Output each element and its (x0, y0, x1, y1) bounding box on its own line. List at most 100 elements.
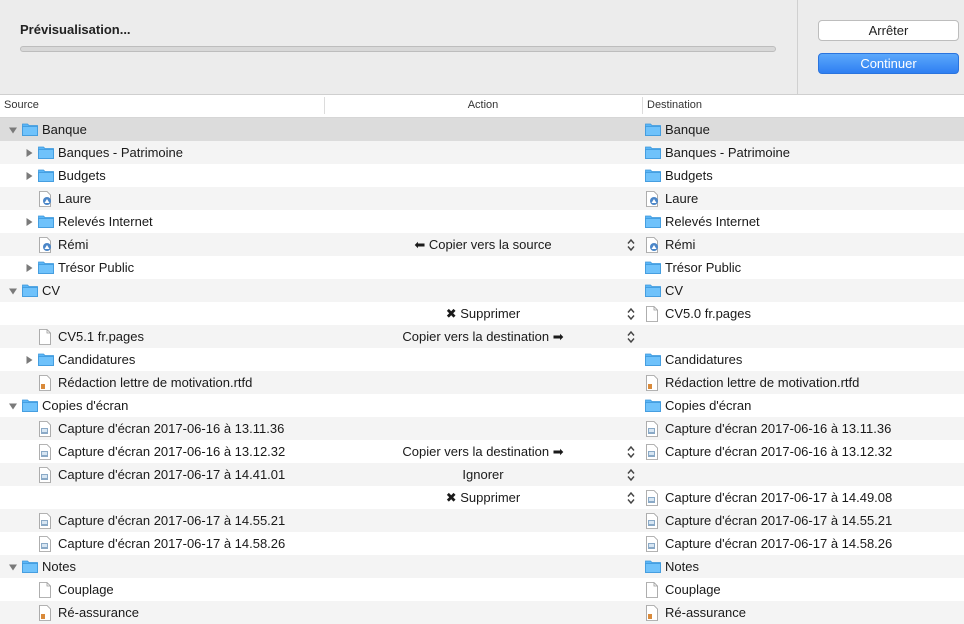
list-row[interactable]: CV5.1 fr.pages Copier vers la destination… (0, 325, 964, 348)
list-row[interactable]: Ré-assurance Ré-assurance (0, 601, 964, 624)
disclosure-expanded-icon[interactable] (8, 401, 18, 411)
column-divider[interactable] (642, 97, 643, 114)
list-row[interactable]: Rémi ⬅ Copier vers la source Rémi (0, 233, 964, 256)
list-row[interactable]: Capture d'écran 2017-06-17 à 14.58.26 Cap… (0, 532, 964, 555)
list-row[interactable]: Laure Laure (0, 187, 964, 210)
continue-button[interactable]: Continuer (818, 53, 959, 74)
folder-icon (22, 398, 38, 414)
action-cell[interactable]: Ignorer (325, 463, 641, 486)
source-cell: Budgets (24, 164, 106, 187)
list-row[interactable]: Copies d'écran Copies d'écran (0, 394, 964, 417)
disclosure-collapsed-icon[interactable] (24, 263, 34, 273)
folder-icon (22, 122, 38, 138)
action-cell[interactable]: ✖ Supprimer (325, 486, 641, 509)
folder-icon (38, 260, 54, 276)
file-icon (38, 581, 54, 598)
action-popup-arrows-icon[interactable] (626, 330, 636, 344)
destination-name: Notes (665, 559, 699, 574)
column-action[interactable]: Action (325, 99, 641, 111)
destination-name: Budgets (665, 168, 713, 183)
action-popup-arrows-icon[interactable] (626, 445, 636, 459)
action-cell[interactable]: ✖ Supprimer (325, 302, 641, 325)
destination-name: Rédaction lettre de motivation.rtfd (665, 375, 860, 390)
destination-name: Laure (665, 191, 699, 206)
source-name: Budgets (58, 168, 106, 183)
source-cell: Notes (8, 555, 76, 578)
destination-cell: Relevés Internet (645, 210, 760, 233)
folder-icon (645, 398, 661, 414)
source-name: Capture d'écran 2017-06-16 à 13.11.36 (58, 421, 285, 436)
source-name: Banque (42, 122, 87, 137)
list-row[interactable]: Notes Notes (0, 555, 964, 578)
stop-button[interactable]: Arrêter (818, 20, 959, 41)
destination-cell: Rédaction lettre de motivation.rtfd (645, 371, 859, 394)
disclosure-expanded-icon[interactable] (8, 125, 18, 135)
image-file-icon (645, 443, 661, 460)
disclosure-expanded-icon[interactable] (8, 562, 18, 572)
list-row[interactable]: Capture d'écran 2017-06-17 à 14.55.21 Cap… (0, 509, 964, 532)
action-popup-arrows-icon[interactable] (626, 491, 636, 505)
action-cell[interactable]: ⬅ Copier vers la source (325, 233, 641, 256)
source-cell: Capture d'écran 2017-06-17 à 14.41.01 (24, 463, 285, 486)
list-row[interactable]: Banque Banque (0, 118, 964, 141)
rtfd-icon (38, 374, 54, 391)
source-cell: Copies d'écran (8, 394, 128, 417)
column-source[interactable]: Source (4, 99, 39, 111)
list-row[interactable]: Capture d'écran 2017-06-16 à 13.12.32 Cop… (0, 440, 964, 463)
list-row[interactable]: CV CV (0, 279, 964, 302)
destination-cell: Copies d'écran (645, 394, 751, 417)
list-row[interactable]: Relevés Internet Relevés Internet (0, 210, 964, 233)
destination-cell: Ré-assurance (645, 601, 746, 624)
destination-name: Capture d'écran 2017-06-16 à 13.11.36 (665, 421, 892, 436)
list-row[interactable]: ✖ Supprimer Capture d'écran 2017-06-17 à … (0, 486, 964, 509)
list-row[interactable]: Budgets Budgets (0, 164, 964, 187)
source-name: Laure (58, 191, 92, 206)
action-popup-arrows-icon[interactable] (626, 468, 636, 482)
alias-icon (38, 236, 54, 253)
column-destination[interactable]: Destination (647, 99, 702, 111)
folder-icon (645, 260, 661, 276)
source-name: Capture d'écran 2017-06-17 à 14.55.21 (58, 513, 286, 528)
destination-cell: Capture d'écran 2017-06-17 à 14.58.26 (645, 532, 892, 555)
disclosure-collapsed-icon[interactable] (24, 217, 34, 227)
action-label: ⬅ Copier vers la source (414, 237, 552, 252)
image-file-icon (645, 512, 661, 529)
destination-cell: Candidatures (645, 348, 742, 371)
destination-name: Rémi (665, 237, 696, 252)
action-popup-arrows-icon[interactable] (626, 238, 636, 252)
disclosure-collapsed-icon[interactable] (24, 148, 34, 158)
disclosure-expanded-icon[interactable] (8, 286, 18, 296)
source-cell: Candidatures (24, 348, 135, 371)
list-row[interactable]: Trésor Public Trésor Public (0, 256, 964, 279)
action-popup-arrows-icon[interactable] (626, 307, 636, 321)
source-cell: Relevés Internet (24, 210, 153, 233)
source-cell (24, 302, 38, 325)
alias-icon (645, 190, 661, 207)
list-row[interactable]: Banques - Patrimoine Banques - Patrimoine (0, 141, 964, 164)
disclosure-collapsed-icon[interactable] (24, 171, 34, 181)
source-cell: Capture d'écran 2017-06-16 à 13.11.36 (24, 417, 284, 440)
list-row[interactable]: Rédaction lettre de motivation.rtfd Rédac… (0, 371, 964, 394)
list-row[interactable]: Candidatures Candidatures (0, 348, 964, 371)
list-row[interactable]: ✖ Supprimer CV5.0 fr.pages (0, 302, 964, 325)
destination-name: Trésor Public (665, 260, 742, 275)
source-name: Notes (42, 559, 76, 574)
action-cell[interactable]: Copier vers la destination ➡ (325, 440, 641, 463)
list-row[interactable]: Capture d'écran 2017-06-16 à 13.11.36 Cap… (0, 417, 964, 440)
list-row[interactable]: Couplage Couplage (0, 578, 964, 601)
destination-name: Capture d'écran 2017-06-17 à 14.55.21 (665, 513, 893, 528)
list-row[interactable]: Capture d'écran 2017-06-17 à 14.41.01 Ign… (0, 463, 964, 486)
folder-icon (38, 214, 54, 230)
rtfd-icon (645, 604, 661, 621)
destination-cell: Banque (645, 118, 710, 141)
image-file-icon (38, 443, 54, 460)
image-file-icon (38, 420, 54, 437)
action-cell[interactable]: Copier vers la destination ➡ (325, 325, 641, 348)
destination-name: CV (665, 283, 684, 298)
disclosure-collapsed-icon[interactable] (24, 355, 34, 365)
